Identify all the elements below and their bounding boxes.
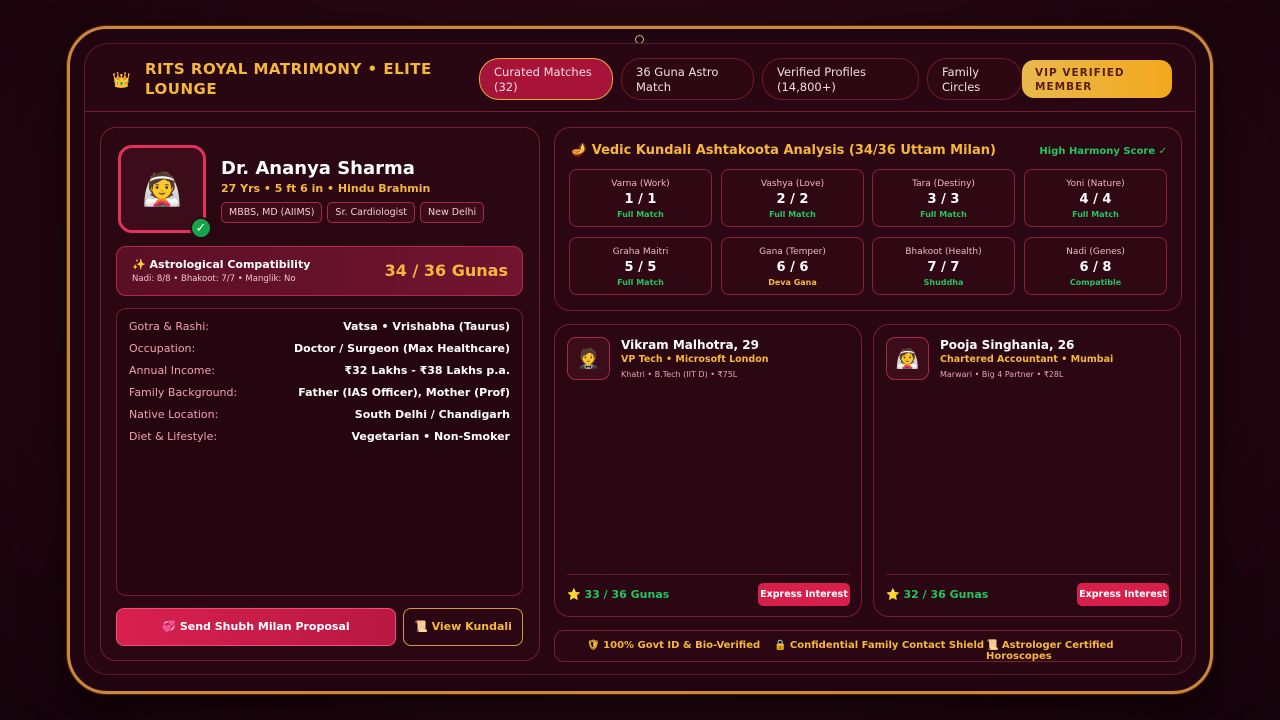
koota-status: Compatible	[1069, 278, 1122, 287]
tab-curated-matches[interactable]: Curated Matches (32)	[479, 58, 613, 100]
chip-city: New Delhi	[420, 202, 485, 223]
koota-label: Yoni (Nature)	[1066, 179, 1125, 189]
match-name: Vikram Malhotra, 29	[621, 338, 759, 352]
card-divider	[567, 574, 851, 575]
brand-title: RITS ROYAL MATRIMONY • ELITE LOUNGE	[145, 60, 432, 98]
match-card[interactable]: 👰 Pooja Singhania, 26 Chartered Accounta…	[873, 324, 1181, 617]
vip-badge: VIP VERIFIED MEMBER	[1022, 60, 1172, 98]
koota-status: Full Match	[920, 210, 967, 219]
detail-row: Native Location: South Delhi / Chandigar…	[129, 408, 510, 430]
profile-chips: MBBS, MD (AIIMS) Sr. Cardiologist New De…	[221, 202, 485, 223]
match-card[interactable]: 🤵 Vikram Malhotra, 29 VP Tech • Microsof…	[554, 324, 862, 617]
koota-label: Bhakoot (Health)	[905, 247, 982, 257]
koota-label: Varna (Work)	[611, 179, 670, 189]
koota-value: 1 / 1	[624, 192, 657, 207]
view-kundali-button[interactable]: 📜 View Kundali	[403, 608, 523, 646]
koota-label: Tara (Destiny)	[912, 179, 975, 189]
koota-value: 3 / 3	[927, 192, 960, 207]
tab-guna-astro-match[interactable]: 36 Guna Astro Match	[621, 58, 754, 100]
detail-key: Native Location:	[129, 408, 219, 421]
chip-degree: MBBS, MD (AIIMS)	[221, 202, 323, 223]
trust-contact-shield: 🔒 Confidential Family Contact Shield	[774, 640, 985, 651]
match-meta: Marwari • Big 4 Partner • ₹28L	[940, 370, 1064, 379]
avatar: 👰	[886, 337, 929, 380]
profile-details: Gotra & Rashi: Vatsa • Vrishabha (Taurus…	[116, 308, 523, 596]
match-score: ⭐ 33 / 36 Gunas	[567, 588, 670, 601]
koota-label: Gana (Temper)	[759, 247, 826, 257]
detail-value: Doctor / Surgeon (Max Healthcare)	[294, 342, 510, 355]
tab-family-circles[interactable]: Family Circles	[927, 58, 1022, 100]
harmony-score: High Harmony Score ✓	[1039, 146, 1167, 157]
match-job: VP Tech • Microsoft London	[621, 354, 769, 365]
compat-sub: Nadi: 8/8 • Bhakoot: 7/7 • Manglik: No	[132, 274, 296, 284]
express-interest-button[interactable]: Express Interest	[1077, 583, 1169, 606]
profile-meta: 27 Yrs • 5 ft 6 in • Hindu Brahmin	[221, 182, 431, 195]
detail-value: Vatsa • Vrishabha (Taurus)	[343, 320, 510, 333]
verified-check-icon: ✓	[190, 217, 212, 239]
koota-label: Vashya (Love)	[760, 179, 825, 189]
koota-status: Full Match	[617, 210, 664, 219]
koota-status: Deva Gana	[768, 278, 817, 287]
tab-verified-profiles[interactable]: Verified Profiles (14,800+)	[762, 58, 919, 100]
koota-cell-gana: Gana (Temper) 6 / 6 Deva Gana	[721, 237, 864, 295]
trust-certified-horoscopes: 📜 Astrologer Certified Horoscopes	[986, 640, 1114, 662]
detail-row: Occupation: Doctor / Surgeon (Max Health…	[129, 342, 510, 364]
send-proposal-button[interactable]: 💞 Send Shubh Milan Proposal	[116, 608, 396, 646]
detail-value: South Delhi / Chandigarh	[354, 408, 510, 421]
koota-cell-varna: Varna (Work) 1 / 1 Full Match	[569, 169, 712, 227]
trust-id-verified: 🛡 100% Govt ID & Bio-Verified	[587, 640, 761, 651]
detail-key: Occupation:	[129, 342, 196, 355]
compat-score: 34 / 36 Gunas	[384, 261, 508, 280]
koota-value: 7 / 7	[927, 260, 960, 275]
detail-row: Diet & Lifestyle: Vegetarian • Non-Smoke…	[129, 430, 510, 452]
koota-value: 6 / 6	[776, 260, 809, 275]
chip-role: Sr. Cardiologist	[327, 202, 415, 223]
koota-status: Shuddha	[923, 278, 964, 287]
detail-key: Annual Income:	[129, 364, 215, 377]
koota-status: Full Match	[769, 210, 816, 219]
koota-cell-tara: Tara (Destiny) 3 / 3 Full Match	[872, 169, 1015, 227]
koota-cell-bhakoot: Bhakoot (Health) 7 / 7 Shuddha	[872, 237, 1015, 295]
match-score: ⭐ 32 / 36 Gunas	[886, 588, 989, 601]
detail-value: ₹32 Lakhs - ₹38 Lakhs p.a.	[344, 364, 510, 377]
detail-value: Father (IAS Officer), Mother (Prof)	[298, 386, 510, 399]
detail-key: Family Background:	[129, 386, 238, 399]
detail-row: Gotra & Rashi: Vatsa • Vrishabha (Taurus…	[129, 320, 510, 342]
app-screen: 👑 RITS ROYAL MATRIMONY • ELITE LOUNGE Cu…	[84, 43, 1196, 675]
match-name: Pooja Singhania, 26	[940, 338, 1075, 352]
koota-label: Graha Maitri	[612, 247, 669, 257]
detail-key: Gotra & Rashi:	[129, 320, 210, 333]
koota-label: Nadi (Genes)	[1066, 247, 1125, 257]
express-interest-button[interactable]: Express Interest	[758, 583, 850, 606]
detail-key: Diet & Lifestyle:	[129, 430, 218, 443]
koota-value: 5 / 5	[624, 260, 657, 275]
koota-value: 4 / 4	[1079, 192, 1112, 207]
profile-name: Dr. Ananya Sharma	[221, 158, 415, 179]
compatibility-card: ✨ Astrological Compatibility Nadi: 8/8 •…	[116, 246, 523, 296]
avatar: 🤵	[567, 337, 610, 380]
koota-cell-graha-maitri: Graha Maitri 5 / 5 Full Match	[569, 237, 712, 295]
detail-row: Family Background: Father (IAS Officer),…	[129, 386, 510, 408]
koota-status: Full Match	[617, 278, 664, 287]
koota-cell-vashya: Vashya (Love) 2 / 2 Full Match	[721, 169, 864, 227]
app-header: 👑 RITS ROYAL MATRIMONY • ELITE LOUNGE Cu…	[85, 44, 1195, 112]
match-job: Chartered Accountant • Mumbai	[940, 354, 1114, 365]
koota-value: 6 / 8	[1079, 260, 1112, 275]
card-divider	[886, 574, 1170, 575]
koota-cell-yoni: Yoni (Nature) 4 / 4 Full Match	[1024, 169, 1167, 227]
match-meta: Khatri • B.Tech (IIT D) • ₹75L	[621, 370, 738, 379]
detail-value: Vegetarian • Non-Smoker	[351, 430, 510, 443]
detail-row: Annual Income: ₹32 Lakhs - ₹38 Lakhs p.a…	[129, 364, 510, 386]
trust-bar: 🛡 100% Govt ID & Bio-Verified 🔒 Confiden…	[554, 630, 1182, 662]
kundali-title: 🪔 Vedic Kundali Ashtakoota Analysis (34/…	[571, 143, 996, 158]
kundali-panel: 🪔 Vedic Kundali Ashtakoota Analysis (34/…	[554, 127, 1182, 311]
koota-value: 2 / 2	[776, 192, 809, 207]
profile-panel: 👰 ✓ Dr. Ananya Sharma 27 Yrs • 5 ft 6 in…	[100, 127, 540, 661]
compat-title: ✨ Astrological Compatibility	[132, 258, 311, 271]
crown-icon: 👑	[112, 71, 131, 89]
koota-cell-nadi: Nadi (Genes) 6 / 8 Compatible	[1024, 237, 1167, 295]
koota-status: Full Match	[1072, 210, 1119, 219]
